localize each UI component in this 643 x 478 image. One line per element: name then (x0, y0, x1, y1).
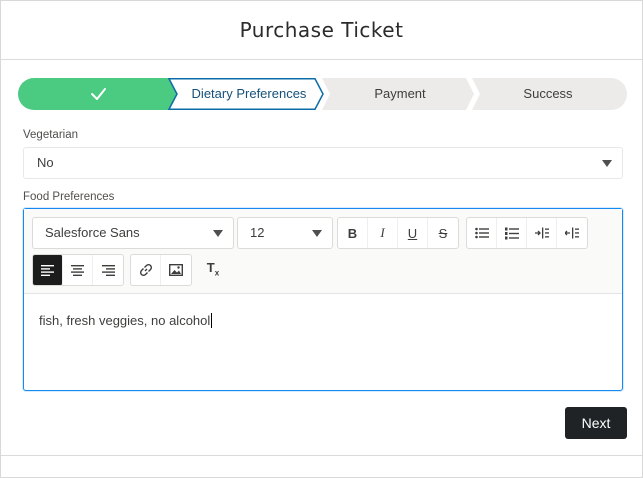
path-step-label-current: Dietary Preferences (191, 86, 307, 101)
modal-header: Purchase Ticket (1, 1, 642, 60)
vegetarian-select[interactable]: No (23, 147, 623, 179)
clear-button-group: Tx (198, 254, 228, 284)
vegetarian-label: Vegetarian (23, 129, 78, 141)
font-family-value: Salesforce Sans (45, 225, 140, 240)
numbered-list-button[interactable] (497, 218, 527, 248)
vegetarian-select-value: No (37, 155, 54, 170)
purchase-ticket-modal: Purchase Ticket Dietary Preferences Paym… (0, 0, 643, 478)
modal-title: Purchase Ticket (239, 18, 404, 42)
list-button-group (466, 217, 588, 249)
food-preferences-editor[interactable]: Salesforce Sans 12 B I U S Tx fish, fres… (23, 208, 623, 391)
strikethrough-icon: S (438, 225, 448, 241)
chevron-down-icon (312, 230, 322, 237)
path-step-label-success: Success (523, 86, 573, 101)
bulleted-list-button[interactable] (467, 218, 497, 248)
path-step-complete[interactable] (18, 78, 178, 110)
indent-icon (534, 227, 549, 239)
chevron-down-icon (213, 230, 223, 237)
align-center-icon (71, 264, 84, 276)
format-button-group: B I U S (337, 217, 459, 249)
link-icon (139, 263, 152, 277)
chevron-down-icon (602, 160, 612, 167)
underline-icon: U (407, 225, 418, 241)
font-family-select[interactable]: Salesforce Sans (32, 217, 234, 249)
path-step-label-payment: Payment (374, 86, 426, 101)
align-left-icon (41, 264, 54, 276)
outdent-icon (565, 227, 579, 239)
editor-content[interactable]: fish, fresh veggies, no alcohol (39, 313, 213, 328)
italic-button[interactable]: I (368, 218, 398, 248)
bold-icon: B (347, 225, 358, 241)
italic-icon: I (380, 225, 385, 240)
food-preferences-label: Food Preferences (23, 191, 115, 203)
insert-button-group (130, 254, 192, 286)
editor-content-text: fish, fresh veggies, no alcohol (39, 313, 211, 328)
align-left-button[interactable] (33, 255, 63, 285)
outdent-button[interactable] (557, 218, 587, 248)
strikethrough-button[interactable]: S (428, 218, 458, 248)
align-center-button[interactable] (63, 255, 93, 285)
next-button[interactable]: Next (565, 407, 627, 439)
link-button[interactable] (131, 255, 161, 285)
align-right-icon (101, 264, 115, 276)
align-right-button[interactable] (93, 255, 123, 285)
image-button[interactable] (161, 255, 191, 285)
footer-divider (1, 455, 642, 456)
clear-formatting-icon: Tx (206, 260, 220, 278)
bold-button[interactable]: B (338, 218, 368, 248)
text-cursor (211, 313, 213, 328)
align-button-group (32, 254, 124, 286)
numbered-list-icon (504, 227, 519, 239)
rich-text-toolbar: Salesforce Sans 12 B I U S Tx (24, 209, 622, 294)
progress-path: Dietary Preferences Payment Success (18, 78, 627, 110)
image-icon (169, 264, 183, 276)
bulleted-list-icon (474, 227, 489, 239)
font-size-select[interactable]: 12 (237, 217, 333, 249)
clear-formatting-button[interactable]: Tx (198, 254, 228, 284)
indent-button[interactable] (527, 218, 557, 248)
underline-button[interactable]: U (398, 218, 428, 248)
font-size-value: 12 (250, 225, 265, 240)
